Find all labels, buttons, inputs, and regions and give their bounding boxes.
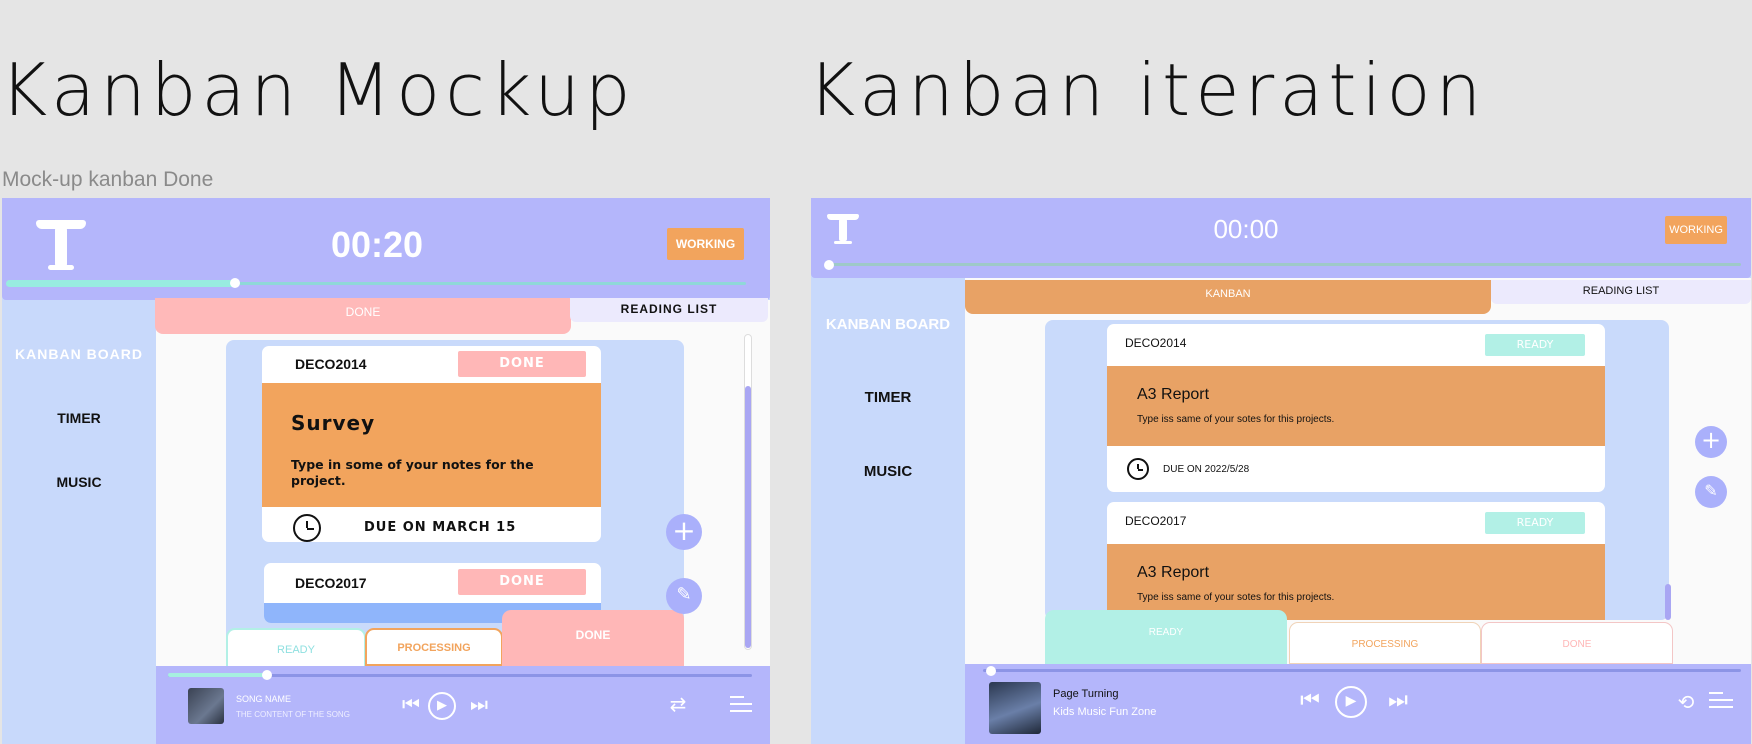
previous-icon[interactable]: ⏮ [1297, 688, 1323, 713]
top-bar: 00:00 WORKING [811, 198, 1751, 278]
song-progress-track [983, 669, 1741, 672]
play-icon[interactable]: ▶ [428, 692, 456, 720]
timer-progress-fill [6, 280, 235, 287]
add-card-button[interactable]: + [666, 514, 702, 550]
timer-display: 00:20 [330, 224, 424, 265]
column-tab-ready[interactable]: READY [1045, 610, 1287, 664]
timer-progress-knob[interactable] [230, 278, 240, 288]
iteration-heading: Kanban iteration [808, 48, 1487, 132]
song-progress-knob[interactable] [986, 666, 996, 676]
tab-kanban[interactable]: KANBAN [965, 280, 1491, 314]
music-player: SONG NAME THE CONTENT OF THE SONG ⏮ ▶ ⏭ … [156, 666, 770, 744]
nav-kanban-board[interactable]: KANBAN BOARD [811, 316, 965, 333]
card-status-badge[interactable]: READY [1485, 334, 1585, 356]
add-card-button[interactable]: + [1695, 426, 1727, 458]
task-card[interactable]: DECO2017 READY A3 Report Type iss same o… [1107, 502, 1605, 620]
column-tab-processing[interactable]: PROCESSING [1289, 622, 1481, 664]
timer-progress-knob[interactable] [824, 260, 834, 270]
nav-timer[interactable]: TIMER [2, 410, 156, 426]
song-name: Page Turning [1053, 688, 1119, 700]
kanban-board: DECO2014 READY A3 Report Type iss same o… [1045, 320, 1669, 620]
previous-icon[interactable]: ⏮ [400, 692, 422, 716]
song-progress-fill [168, 673, 267, 677]
album-art [188, 688, 224, 724]
nav-kanban-board[interactable]: KANBAN BOARD [2, 346, 156, 362]
card-title: Survey [291, 411, 376, 435]
card-status-badge[interactable]: READY [1485, 512, 1585, 534]
working-status-button[interactable]: WORKING [1665, 216, 1727, 244]
timer-display: 00:00 [1213, 214, 1279, 244]
card-note: Type iss same of your sotes for this pro… [1137, 414, 1335, 425]
card-course-code: DECO2017 [295, 575, 367, 591]
column-tab-ready[interactable]: READY [226, 628, 366, 668]
repeat-icon[interactable]: ⟲ [1673, 690, 1699, 714]
logo-icon [827, 214, 859, 244]
clock-icon [293, 514, 321, 542]
tab-reading-list[interactable]: READING LIST [1491, 280, 1751, 304]
song-artist: THE CONTENT OF THE SONG [236, 710, 350, 719]
logo-icon [36, 220, 86, 270]
plus-icon: + [672, 514, 696, 547]
column-tab-done[interactable]: DONE [1481, 622, 1673, 664]
tab-reading-list[interactable]: READING LIST [570, 298, 768, 322]
iteration-frame: 00:00 WORKING KANBAN BOARD TIMER MUSIC K… [811, 198, 1751, 744]
edit-card-button[interactable]: ✎ [666, 578, 702, 614]
playlist-icon[interactable] [1709, 692, 1733, 712]
card-course-code: DECO2014 [295, 356, 367, 372]
play-icon[interactable]: ▶ [1335, 686, 1367, 718]
card-status-badge[interactable]: DONE [458, 351, 586, 377]
nav-timer[interactable]: TIMER [811, 389, 965, 406]
song-progress-knob[interactable] [262, 670, 272, 680]
nav-music[interactable]: MUSIC [2, 474, 156, 490]
song-name: SONG NAME [236, 694, 292, 704]
task-card[interactable]: DECO2014 DONE Survey Type in some of you… [262, 346, 601, 542]
mockup-heading: Kanban Mockup [0, 48, 636, 132]
timer-progress-track [829, 263, 1741, 266]
song-artist: Kids Music Fun Zone [1053, 706, 1157, 718]
music-player: Page Turning Kids Music Fun Zone ⏮ ▶ ⏭ ⟲ [965, 664, 1751, 744]
card-title: A3 Report [1137, 386, 1210, 403]
album-art [989, 682, 1041, 734]
card-course-code: DECO2014 [1125, 336, 1187, 350]
next-icon[interactable]: ⏭ [1385, 688, 1411, 713]
column-tab-done[interactable]: DONE [502, 610, 684, 670]
clock-icon [1127, 458, 1149, 480]
frame-caption: Mock-up kanban Done [2, 168, 214, 191]
nav-music[interactable]: MUSIC [811, 463, 965, 480]
card-title: A3 Report [1137, 564, 1210, 581]
shuffle-icon[interactable]: ⇄ [666, 692, 690, 716]
pencil-icon: ✎ [676, 584, 692, 605]
playlist-icon[interactable] [730, 696, 752, 716]
task-card[interactable]: DECO2014 READY A3 Report Type iss same o… [1107, 324, 1605, 492]
column-tab-processing[interactable]: PROCESSING [365, 628, 503, 666]
scrollbar-thumb[interactable] [1665, 584, 1671, 620]
card-due-date: DUE ON 2022/5/28 [1163, 464, 1250, 475]
plus-icon: + [1700, 426, 1722, 454]
card-course-code: DECO2017 [1125, 514, 1187, 528]
scrollbar-thumb[interactable] [745, 386, 751, 648]
mockup-frame: 00:20 WORKING KANBAN BOARD TIMER MUSIC D… [2, 198, 770, 744]
card-due-date: DUE ON MARCH 15 [364, 520, 517, 535]
edit-card-button[interactable]: ✎ [1695, 476, 1727, 508]
card-status-badge[interactable]: DONE [458, 569, 586, 595]
next-icon[interactable]: ⏭ [468, 692, 490, 716]
pencil-icon: ✎ [1704, 481, 1718, 500]
top-bar: 00:20 WORKING [2, 198, 770, 300]
card-note: Type in some of your notes for the proje… [291, 457, 534, 488]
card-note: Type iss same of your sotes for this pro… [1137, 592, 1335, 603]
tab-done[interactable]: DONE [155, 298, 571, 334]
working-status-button[interactable]: WORKING [667, 228, 744, 260]
